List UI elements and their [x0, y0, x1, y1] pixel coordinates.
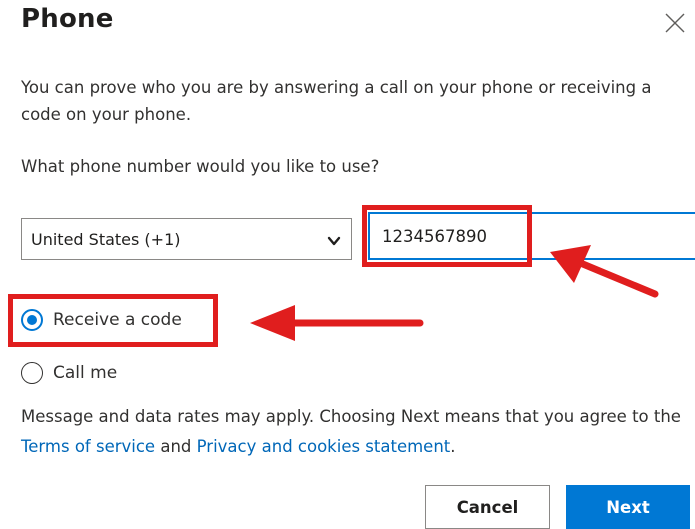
phone-question-label: What phone number would you like to use?	[21, 157, 380, 176]
dialog-description: You can prove who you are by answering a…	[21, 78, 652, 124]
dialog-title: Phone	[21, 4, 114, 34]
call-me-option[interactable]: Call me	[21, 362, 117, 384]
phone-number-input[interactable]	[368, 212, 695, 260]
call-me-radio[interactable]	[21, 362, 43, 384]
receive-code-radio[interactable]	[21, 309, 43, 331]
disclaimer-prefix: Message and data rates may apply. Choosi…	[21, 407, 681, 426]
cancel-button[interactable]: Cancel	[425, 485, 550, 529]
call-me-label: Call me	[53, 363, 118, 383]
country-code-select[interactable]: United States (+1)	[21, 218, 352, 260]
arrow-to-receive-code	[250, 305, 424, 341]
next-button[interactable]: Next	[566, 485, 690, 529]
receive-code-label: Receive a code	[53, 310, 182, 330]
country-code-selected-value: United States (+1)	[31, 229, 181, 249]
chevron-down-icon	[327, 233, 341, 247]
privacy-statement-link[interactable]: Privacy and cookies statement	[197, 437, 451, 456]
phone-dialog: Phone You can prove who you are by answe…	[0, 0, 695, 529]
terms-of-service-link[interactable]: Terms of service	[21, 437, 155, 456]
close-icon[interactable]	[664, 12, 686, 34]
rates-disclaimer: Message and data rates may apply. Choosi…	[21, 402, 681, 462]
disclaimer-middle: and	[155, 437, 197, 456]
disclaimer-suffix: .	[450, 437, 456, 456]
receive-code-option[interactable]: Receive a code	[21, 309, 182, 331]
